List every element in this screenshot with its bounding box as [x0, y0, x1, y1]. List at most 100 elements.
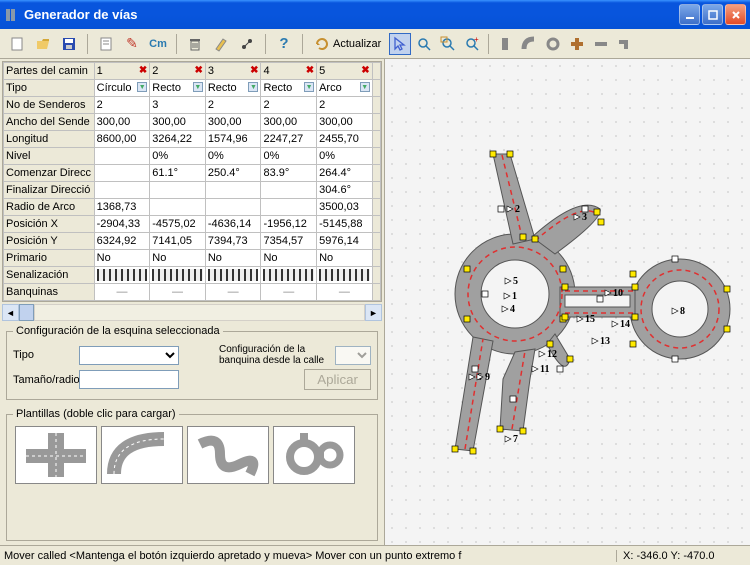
pointer-icon[interactable]: [389, 33, 411, 55]
grid-cell[interactable]: 300,00: [205, 114, 261, 131]
grid-cell[interactable]: [261, 267, 317, 284]
road-node[interactable]: [567, 356, 573, 362]
grid-cell[interactable]: 3: [150, 97, 206, 114]
zoom-icon[interactable]: [413, 33, 435, 55]
open-icon[interactable]: [32, 33, 54, 55]
road-handle[interactable]: [510, 396, 516, 402]
zoom-fit-icon[interactable]: [437, 33, 459, 55]
road-node[interactable]: [562, 284, 568, 290]
road-node[interactable]: [520, 428, 526, 434]
column-header[interactable]: 2✖: [150, 63, 206, 80]
grid-cell[interactable]: -4575,02: [150, 216, 206, 233]
road-handle[interactable]: [482, 291, 488, 297]
road-segment-icon[interactable]: [590, 33, 612, 55]
road-node[interactable]: [594, 209, 600, 215]
road-marker[interactable]: 13: [592, 336, 610, 347]
grid-cell[interactable]: Círculo▼: [94, 80, 150, 97]
help-icon[interactable]: ?: [273, 33, 295, 55]
road-node[interactable]: [520, 234, 526, 240]
node-icon[interactable]: [236, 33, 258, 55]
grid-cell[interactable]: No: [205, 250, 261, 267]
grid-cell[interactable]: [150, 199, 206, 216]
grid-cell[interactable]: [205, 199, 261, 216]
road-handle[interactable]: [672, 356, 678, 362]
road-node[interactable]: [464, 266, 470, 272]
tamano-input[interactable]: [79, 370, 179, 389]
grid-cell[interactable]: 83.9°: [261, 165, 317, 182]
grid-cell[interactable]: [150, 267, 206, 284]
grid-cell[interactable]: [94, 148, 150, 165]
dropdown-icon[interactable]: ▼: [248, 82, 258, 92]
grid-cell[interactable]: Recto▼: [261, 80, 317, 97]
road-node[interactable]: [632, 314, 638, 320]
grid-cell[interactable]: 7141,05: [150, 233, 206, 250]
delete-column-icon[interactable]: ✖: [194, 65, 202, 76]
refresh-button[interactable]: Actualizar: [310, 34, 385, 54]
grid-cell[interactable]: —: [205, 284, 261, 301]
minimize-button[interactable]: [679, 4, 700, 25]
grid-cell[interactable]: —: [317, 284, 373, 301]
grid-cell[interactable]: 3500,03: [317, 199, 373, 216]
grid-cell[interactable]: No: [94, 250, 150, 267]
grid-cell[interactable]: 7394,73: [205, 233, 261, 250]
grid-cell[interactable]: 61.1°: [150, 165, 206, 182]
grid-cell[interactable]: —: [150, 284, 206, 301]
grid-cell[interactable]: 264.4°: [317, 165, 373, 182]
grid-cell[interactable]: -2904,33: [94, 216, 150, 233]
road-node[interactable]: [630, 341, 636, 347]
grid-cell[interactable]: 6324,92: [94, 233, 150, 250]
road-node[interactable]: [598, 219, 604, 225]
road-junction-icon[interactable]: [566, 33, 588, 55]
grid-cell[interactable]: [205, 182, 261, 199]
paint-icon[interactable]: ✎: [121, 33, 143, 55]
grid-cell[interactable]: 2: [205, 97, 261, 114]
grid-cell[interactable]: 0%: [150, 148, 206, 165]
grid-cell[interactable]: -1956,12: [261, 216, 317, 233]
road-handle[interactable]: [498, 206, 504, 212]
road-marker[interactable]: 11: [532, 364, 549, 375]
road-node[interactable]: [560, 266, 566, 272]
dropdown-icon[interactable]: ▼: [137, 82, 147, 92]
grid-cell[interactable]: [150, 182, 206, 199]
grid-cell[interactable]: 0%: [261, 148, 317, 165]
grid-cell[interactable]: -4636,14: [205, 216, 261, 233]
grid-cell[interactable]: 300,00: [94, 114, 150, 131]
dropdown-icon[interactable]: ▼: [360, 82, 370, 92]
edit-path-icon[interactable]: [210, 33, 232, 55]
road-node[interactable]: [547, 341, 553, 347]
template-sbend[interactable]: [187, 426, 269, 484]
maximize-button[interactable]: [702, 4, 723, 25]
road-curve-icon[interactable]: [518, 33, 540, 55]
road-node[interactable]: [507, 151, 513, 157]
road-marker[interactable]: 12: [539, 349, 557, 360]
template-roundabout[interactable]: [273, 426, 355, 484]
road-angle-icon[interactable]: [614, 33, 636, 55]
template-curve[interactable]: [101, 426, 183, 484]
road-node[interactable]: [470, 448, 476, 454]
grid-cell[interactable]: [94, 165, 150, 182]
grid-cell[interactable]: 8600,00: [94, 131, 150, 148]
column-header[interactable]: 4✖: [261, 63, 317, 80]
trash-icon[interactable]: [184, 33, 206, 55]
road-node[interactable]: [562, 314, 568, 320]
road-handle[interactable]: [672, 256, 678, 262]
grid-cell[interactable]: [205, 267, 261, 284]
grid-cell[interactable]: [261, 199, 317, 216]
grid-cell[interactable]: 0%: [317, 148, 373, 165]
tipo-select[interactable]: [79, 346, 179, 365]
delete-column-icon[interactable]: ✖: [361, 65, 369, 76]
grid-cell[interactable]: 0%: [205, 148, 261, 165]
road-node[interactable]: [532, 236, 538, 242]
road-node[interactable]: [630, 271, 636, 277]
road-node[interactable]: [452, 446, 458, 452]
grid-cell[interactable]: 2247,27: [261, 131, 317, 148]
grid-cell[interactable]: No: [317, 250, 373, 267]
grid-cell[interactable]: 2: [261, 97, 317, 114]
grid-cell[interactable]: 3264,22: [150, 131, 206, 148]
scroll-right-button[interactable]: ►: [365, 304, 382, 321]
grid-cell[interactable]: 5976,14: [317, 233, 373, 250]
road-node[interactable]: [632, 284, 638, 290]
road-marker[interactable]: 14: [612, 319, 630, 330]
delete-column-icon[interactable]: ✖: [306, 65, 314, 76]
grid-cell[interactable]: Recto▼: [205, 80, 261, 97]
